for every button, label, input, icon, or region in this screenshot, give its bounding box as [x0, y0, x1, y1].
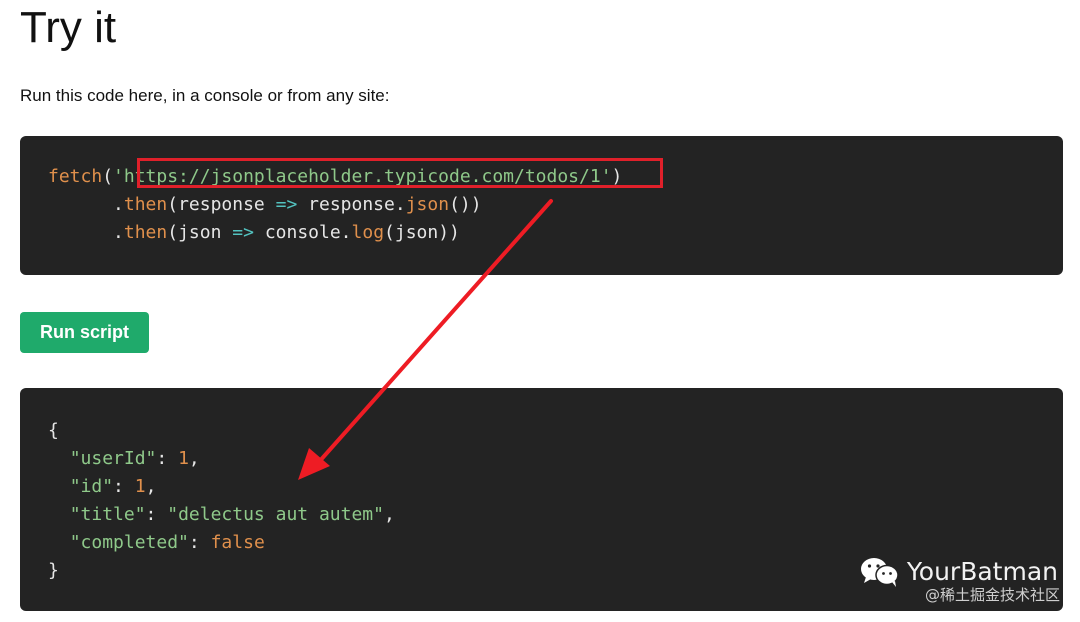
watermark-subtitle: @稀土掘金技术社区: [924, 586, 1060, 604]
json-field-title: "title": "delectus aut autem",: [69, 504, 395, 525]
json-comma: ,: [383, 504, 395, 525]
param-response: response: [178, 194, 265, 215]
paren-open: (: [102, 166, 114, 187]
arrow-operator: =>: [232, 222, 254, 243]
json-comma: ,: [188, 448, 200, 469]
log-method: log: [351, 222, 385, 243]
json-field-completed: "completed": false: [69, 532, 265, 553]
json-comma: ,: [145, 476, 157, 497]
paren-open: (: [167, 194, 179, 215]
dot: .: [394, 194, 406, 215]
json-value: false: [210, 532, 265, 553]
json-key: "title": [69, 504, 146, 525]
page: Try it Run this code here, in a console …: [0, 0, 1080, 622]
dot: .: [113, 222, 124, 243]
code-line-1: fetch('https://jsonplaceholder.typicode.…: [48, 158, 1063, 191]
json-key: "userId": [69, 448, 157, 469]
page-title: Try it: [20, 3, 117, 52]
json-key: "id": [69, 476, 114, 497]
intro-text: Run this code here, in a console or from…: [20, 86, 390, 105]
paren-close: ()): [449, 194, 482, 215]
then-method: then: [123, 194, 168, 215]
arrow-operator: =>: [275, 194, 298, 215]
json-field-userid: "userId": 1,: [69, 448, 200, 469]
paren-open: (: [167, 222, 179, 243]
dot: .: [340, 222, 352, 243]
code-line-3: .then(json => console.log(json)): [48, 219, 1063, 247]
json-value: 1: [178, 448, 189, 469]
json-value: 1: [134, 476, 146, 497]
fetch-url: 'https://jsonplaceholder.typicode.com/to…: [113, 166, 612, 187]
json-method: json: [405, 194, 450, 215]
paren-close: (json)): [384, 222, 460, 243]
response-object: response: [308, 194, 395, 215]
json-key: "completed": [69, 532, 189, 553]
run-script-button[interactable]: Run script: [20, 312, 149, 353]
console-object: console: [264, 222, 341, 243]
json-open-brace: {: [48, 420, 59, 441]
code-line-2: .then(response => response.json()): [48, 191, 1063, 219]
paren-close: ): [611, 166, 623, 187]
param-json: json: [178, 222, 222, 243]
then-method: then: [123, 222, 168, 243]
dot: .: [113, 194, 124, 215]
json-field-id: "id": 1,: [69, 476, 157, 497]
json-value: "delectus aut autem": [167, 504, 384, 525]
wechat-icon: [860, 558, 899, 587]
watermark-brand: YourBatman: [906, 557, 1058, 586]
request-code-block: fetch('https://jsonplaceholder.typicode.…: [20, 136, 1063, 275]
fetch-keyword: fetch: [48, 166, 103, 187]
